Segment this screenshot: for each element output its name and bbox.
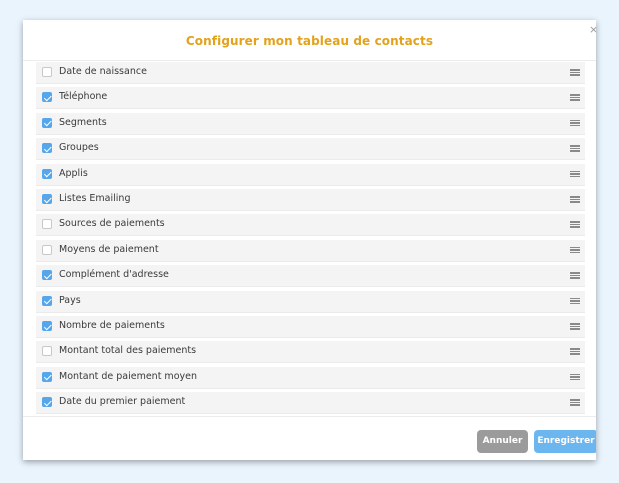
drag-handle-icon[interactable] xyxy=(570,297,580,305)
column-row[interactable]: Montant de paiement moyen xyxy=(36,366,585,389)
column-label: Complément d'adresse xyxy=(59,269,169,281)
column-row[interactable]: Segments xyxy=(36,112,585,135)
checkbox-icon[interactable] xyxy=(42,143,52,154)
footer-divider xyxy=(23,416,596,417)
column-row[interactable]: Téléphone xyxy=(36,87,585,110)
drag-handle-icon[interactable] xyxy=(570,145,580,152)
modal-title: Configurer mon tableau de contacts xyxy=(185,34,434,48)
drag-handle-icon[interactable] xyxy=(570,119,580,127)
column-row[interactable]: Moyens de paiement xyxy=(36,239,585,262)
column-label: Téléphone xyxy=(59,91,108,103)
column-row[interactable]: Nombre de paiements xyxy=(36,316,585,338)
column-label: Groupes xyxy=(59,142,99,154)
column-row[interactable]: Sources de paiements xyxy=(36,214,585,237)
column-list[interactable]: Date de naissance Téléphone Segments Groupe… xyxy=(36,61,585,415)
column-row[interactable]: Date du premier paiement xyxy=(36,392,585,415)
drag-handle-icon[interactable] xyxy=(570,221,580,228)
column-label: Nombre de paiements xyxy=(59,320,165,331)
checkbox-icon[interactable] xyxy=(42,168,52,179)
column-label: Date du premier paiement xyxy=(59,396,186,408)
checkbox-icon[interactable] xyxy=(42,194,52,204)
cancel-button[interactable]: Annuler xyxy=(477,430,528,453)
column-row[interactable]: Pays xyxy=(36,290,585,313)
drag-handle-icon[interactable] xyxy=(570,373,580,381)
drag-handle-icon[interactable] xyxy=(570,94,580,101)
checkbox-icon[interactable] xyxy=(42,397,52,408)
configure-columns-modal: × Configurer mon tableau de contacts Dat… xyxy=(23,20,596,460)
checkbox-icon[interactable] xyxy=(42,244,52,255)
checkbox-icon[interactable] xyxy=(42,295,52,306)
drag-handle-icon[interactable] xyxy=(570,196,580,203)
drag-handle-icon[interactable] xyxy=(570,246,580,254)
checkbox-icon[interactable] xyxy=(42,117,52,128)
column-label: Moyens de paiement xyxy=(59,243,159,255)
drag-handle-icon[interactable] xyxy=(570,272,580,279)
checkbox-icon[interactable] xyxy=(42,67,52,77)
drag-handle-icon[interactable] xyxy=(570,323,580,330)
column-label: Segments xyxy=(59,116,107,128)
checkbox-icon[interactable] xyxy=(42,219,52,230)
drag-handle-icon[interactable] xyxy=(570,170,580,178)
column-row[interactable]: Complément d'adresse xyxy=(36,265,585,288)
checkbox-icon[interactable] xyxy=(42,321,52,331)
column-label: Listes Emailing xyxy=(59,193,131,204)
checkbox-icon[interactable] xyxy=(42,371,52,382)
checkbox-icon[interactable] xyxy=(42,92,52,103)
column-label: Date de naissance xyxy=(59,66,147,77)
column-label: Applis xyxy=(59,167,88,179)
column-row[interactable]: Date de naissance xyxy=(36,62,585,84)
column-row[interactable]: Applis xyxy=(36,163,585,186)
save-button[interactable]: Enregistrer xyxy=(534,430,596,453)
checkbox-icon[interactable] xyxy=(42,346,52,357)
drag-handle-icon[interactable] xyxy=(570,399,580,406)
column-label: Pays xyxy=(59,294,81,306)
column-row[interactable]: Listes Emailing xyxy=(36,189,585,211)
column-label: Sources de paiements xyxy=(59,218,165,230)
drag-handle-icon[interactable] xyxy=(570,69,580,76)
column-label: Montant total des paiements xyxy=(59,345,197,357)
column-row[interactable]: Montant total des paiements xyxy=(36,341,585,364)
drag-handle-icon[interactable] xyxy=(570,348,580,355)
checkbox-icon[interactable] xyxy=(42,270,52,281)
column-row[interactable]: Groupes xyxy=(36,138,585,161)
column-label: Montant de paiement moyen xyxy=(59,370,197,382)
